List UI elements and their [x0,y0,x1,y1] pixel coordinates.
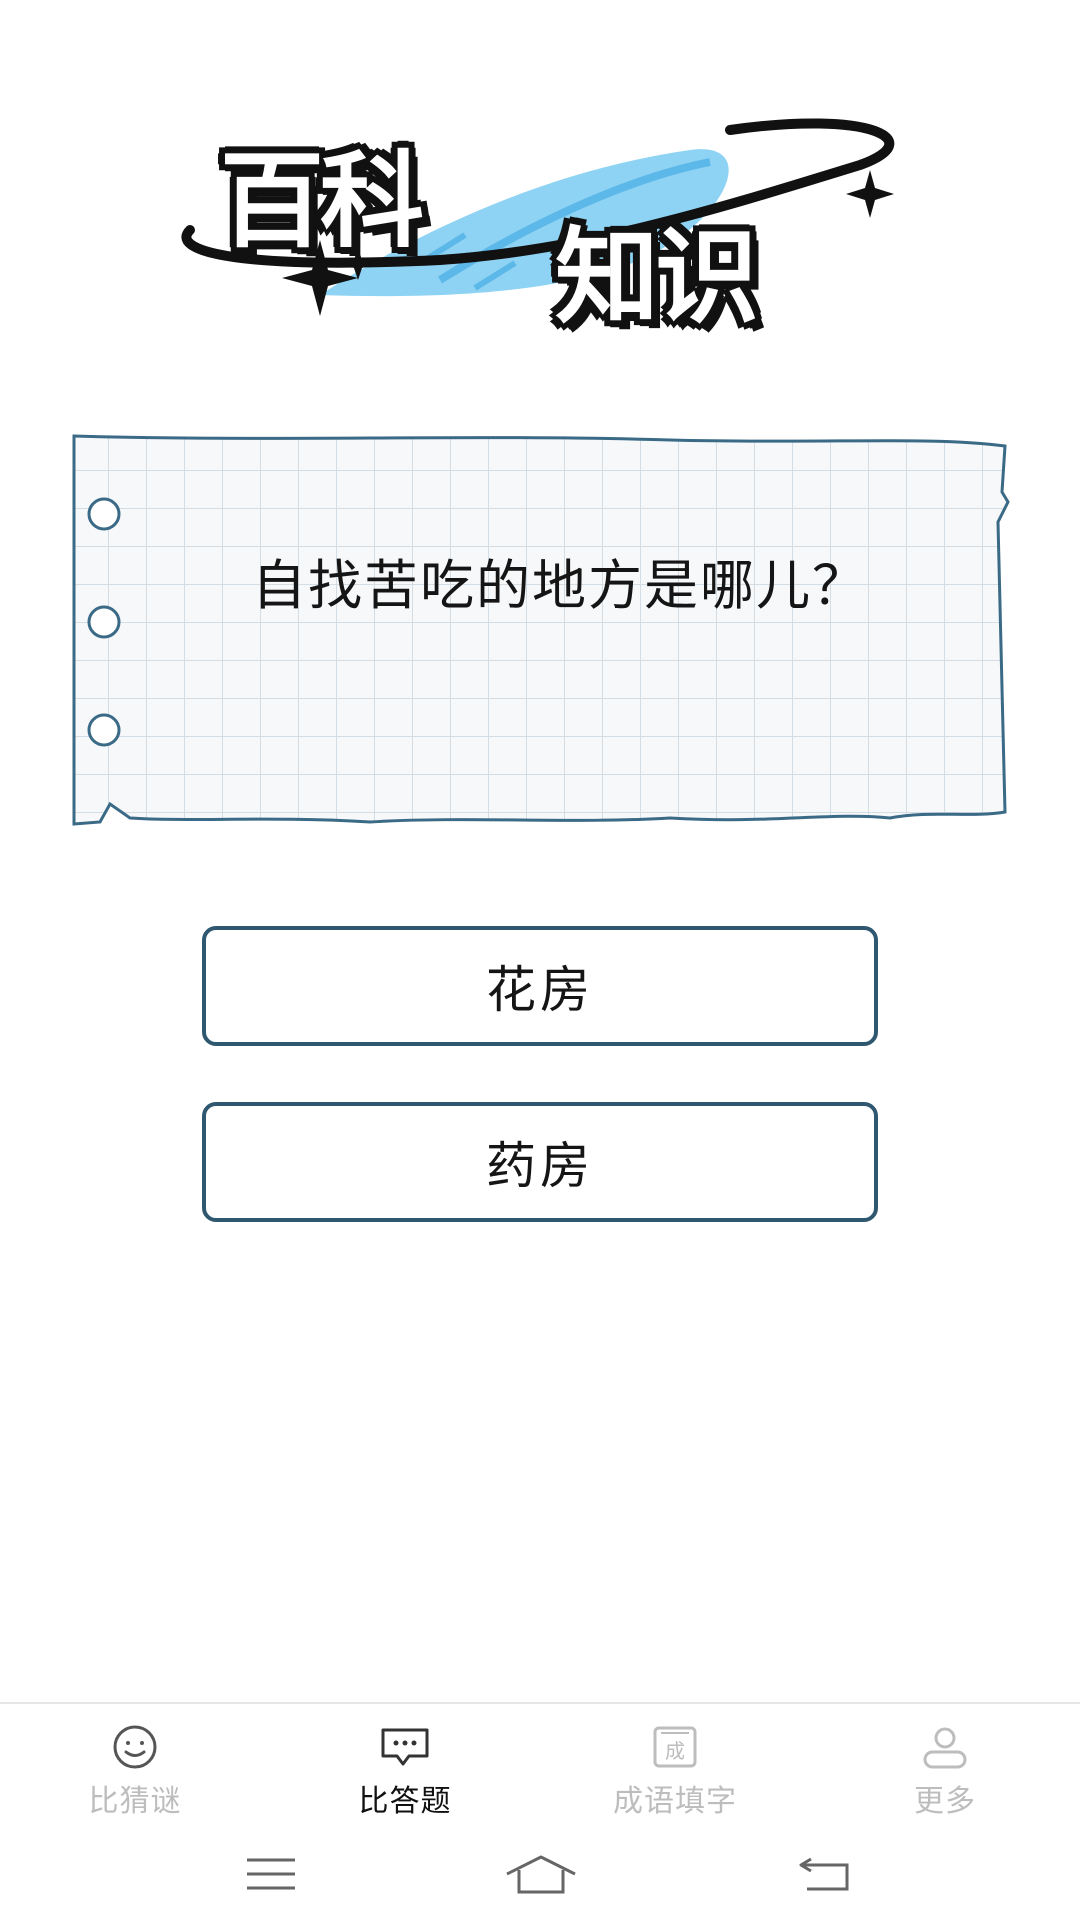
question-card: 自找苦吃的地方是哪儿？ [70,432,1010,832]
home-icon [506,1855,576,1894]
home-button[interactable] [496,1846,586,1902]
grid-paper-background [72,434,1010,826]
smiley-icon [113,1725,157,1769]
menu-button[interactable] [226,1846,316,1902]
tab-more[interactable]: 更多 [845,1724,1045,1828]
menu-icon [247,1858,295,1890]
logo-word-baike: 百科 [220,140,424,262]
idiom-card-icon: 成 [653,1726,697,1768]
tab-quiz-label: 比答题 [358,1784,452,1819]
back-button[interactable] [780,1846,870,1902]
tab-more-label: 更多 [914,1784,976,1819]
back-icon [799,1857,849,1891]
answer-option-1[interactable]: 花房 [202,926,878,1046]
answer-option-2[interactable]: 药房 [202,1102,878,1222]
app-logo: 百科 知识 [170,110,910,338]
idiom-card-icon-glyph: 成 [665,1739,685,1763]
system-navigation-bar [0,1826,1080,1920]
chat-bubble-icon [381,1728,429,1766]
person-icon [923,1727,967,1769]
tab-idiom-fill[interactable]: 成 成语填字 [575,1724,775,1828]
question-text: 自找苦吃的地方是哪儿？ [252,554,868,617]
tab-riddle[interactable]: 比猜谜 [35,1724,235,1828]
tab-quiz[interactable]: 比答题 [305,1724,505,1828]
logo-word-zhishi: 知识 [555,216,759,338]
tab-riddle-label: 比猜谜 [88,1784,182,1819]
tab-idiom-fill-label: 成语填字 [613,1784,737,1819]
bottom-tab-bar: 比猜谜 比答题 成 成语填字 更多 [0,1702,1080,1826]
